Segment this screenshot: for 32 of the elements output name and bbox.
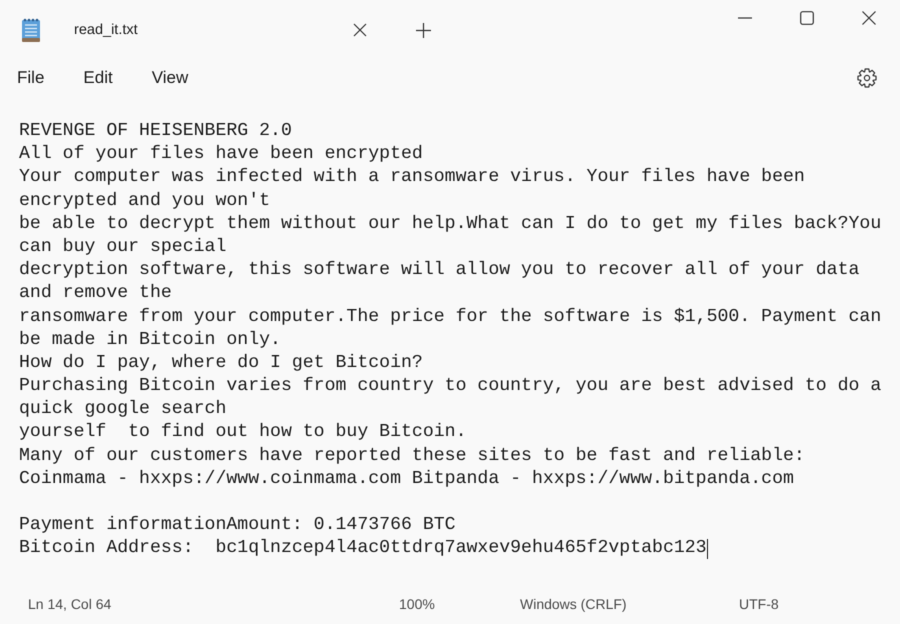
text-line: Payment informationAmount: 0.1473766 BTC <box>19 514 456 538</box>
close-icon <box>862 11 876 25</box>
text-line: Many of our customers have reported these sites to be fast and reliable: <box>19 444 805 468</box>
text-line: Your computer was infected with a ransomware virus. Your files have been <box>19 166 805 190</box>
text-line: encrypted and you won't <box>19 190 270 213</box>
tab-title[interactable]: read_it.txt <box>74 22 345 38</box>
plus-icon <box>416 22 430 38</box>
close-icon <box>353 23 367 37</box>
text-line: ransomware from your computer.The price for the software is $1,500. Payment can <box>19 306 882 328</box>
menu-item[interactable]: File <box>7 62 54 94</box>
menu-item[interactable]: View <box>142 62 198 94</box>
text-line: How do I pay, where do I get Bitcoin? <box>19 352 423 375</box>
encoding: UTF-8 <box>739 596 779 612</box>
text-line: be able to decrypt them without our help.What can I do to get my files back?You <box>19 212 882 236</box>
text-line: Coinmama - hxxps://www.coinmama.com Bitpanda - hxxps://www.bitpanda.com <box>19 468 794 491</box>
text-line: Purchasing Bitcoin varies from country to country, you are best advised to do a <box>19 375 882 398</box>
text-line: decryption software, this software will allow you to recover all of your data <box>19 259 860 282</box>
settings-icon <box>857 68 877 88</box>
cursor-position: Ln 14, Col 64 <box>28 596 112 612</box>
text-line: can buy our special <box>19 236 226 259</box>
line-ending: Windows (CRLF) <box>520 596 627 612</box>
menu-item[interactable]: Edit <box>73 62 123 94</box>
text-line: yourself to find out how to buy Bitcoin. <box>19 421 466 444</box>
text-line: quick google search <box>19 398 226 422</box>
notepad-icon <box>20 17 42 43</box>
text-line: be made in Bitcoin only. <box>19 328 281 352</box>
text-line: and remove the <box>19 282 172 306</box>
maximize-icon <box>800 11 814 25</box>
zoom-level: 100% <box>399 596 435 612</box>
text-line: REVENGE OF HEISENBERG 2.0 <box>19 120 292 143</box>
text-line: All of your files have been encrypted <box>19 143 423 166</box>
text-line: Bitcoin Address: bc1qlnzcep4l4ac0ttdrq7awxev9ehu465f2vptabc123 <box>19 537 707 560</box>
